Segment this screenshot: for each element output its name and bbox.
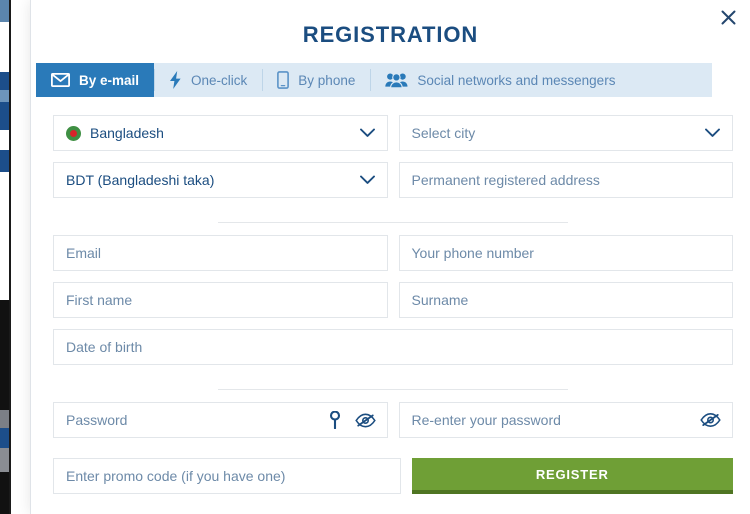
chevron-down-icon	[705, 128, 720, 138]
tab-by-email[interactable]: By e-mail	[36, 63, 155, 97]
form-divider-1	[53, 209, 733, 235]
promo-code-placeholder: Enter promo code (if you have one)	[66, 468, 286, 484]
currency-value: BDT (Bangladeshi taka)	[66, 172, 215, 188]
confirm-password-input[interactable]: Re-enter your password	[398, 402, 733, 438]
form-row-promo-submit: Enter promo code (if you have one) REGIS…	[53, 458, 733, 494]
tab-label: By e-mail	[79, 72, 140, 88]
password-placeholder: Password	[66, 412, 128, 428]
people-group-icon	[385, 72, 408, 88]
form-row-currency-address: BDT (Bangladeshi taka) Permanent registe…	[53, 162, 733, 198]
address-placeholder: Permanent registered address	[411, 172, 600, 188]
form-row-dob: Date of birth	[53, 329, 733, 365]
form-row-location: Bangladesh Select city	[53, 115, 733, 151]
country-select[interactable]: Bangladesh	[53, 115, 388, 151]
chevron-down-icon	[359, 175, 375, 185]
first-name-placeholder: First name	[66, 292, 133, 308]
lightning-bolt-icon	[169, 71, 182, 89]
surname-placeholder: Surname	[411, 292, 469, 308]
currency-select[interactable]: BDT (Bangladeshi taka)	[53, 162, 388, 198]
eye-slash-icon[interactable]	[354, 412, 376, 428]
date-of-birth-input[interactable]: Date of birth	[53, 329, 733, 365]
promo-code-input[interactable]: Enter promo code (if you have one)	[53, 458, 401, 494]
tab-label: By phone	[298, 72, 356, 88]
city-placeholder: Select city	[411, 125, 476, 141]
register-button[interactable]: REGISTER	[411, 458, 733, 494]
phone-placeholder: Your phone number	[411, 245, 534, 261]
envelope-icon	[51, 73, 70, 87]
registration-modal: REGISTRATION By e-mail One-click By phon…	[30, 0, 750, 514]
phone-input[interactable]: Your phone number	[398, 235, 733, 271]
eye-slash-icon[interactable]	[700, 412, 721, 428]
tab-label: One-click	[191, 72, 248, 88]
form-row-names: First name Surname	[53, 282, 733, 318]
registration-method-tabs: By e-mail One-click By phone Social netw…	[36, 63, 712, 97]
surname-input[interactable]: Surname	[398, 282, 733, 318]
email-input[interactable]: Email	[53, 235, 388, 271]
close-icon	[720, 9, 737, 26]
close-button[interactable]	[715, 4, 741, 30]
tab-one-click[interactable]: One-click	[154, 63, 262, 97]
page-title: REGISTRATION	[302, 22, 479, 47]
tab-social-networks[interactable]: Social networks and messengers	[370, 63, 630, 97]
mobile-phone-icon	[277, 71, 290, 89]
address-input[interactable]: Permanent registered address	[398, 162, 733, 198]
tab-by-phone[interactable]: By phone	[262, 63, 370, 97]
city-select[interactable]: Select city	[398, 115, 733, 151]
backdrop-edge-rule	[9, 0, 11, 514]
confirm-password-placeholder: Re-enter your password	[411, 412, 561, 428]
registration-form: Bangladesh Select city BDT (Bangladeshi	[53, 115, 733, 505]
form-divider-2	[53, 376, 733, 402]
form-row-email-phone: Email Your phone number	[53, 235, 733, 271]
first-name-input[interactable]: First name	[53, 282, 388, 318]
tab-label: Social networks and messengers	[417, 72, 616, 88]
bangladesh-flag-icon	[66, 125, 81, 141]
form-row-passwords: Password Re-enter your password	[53, 402, 733, 438]
date-of-birth-placeholder: Date of birth	[66, 339, 143, 355]
country-value: Bangladesh	[90, 125, 164, 141]
key-icon[interactable]	[329, 411, 341, 429]
chevron-down-icon	[359, 128, 375, 138]
password-input[interactable]: Password	[53, 402, 388, 438]
email-placeholder: Email	[66, 245, 102, 261]
